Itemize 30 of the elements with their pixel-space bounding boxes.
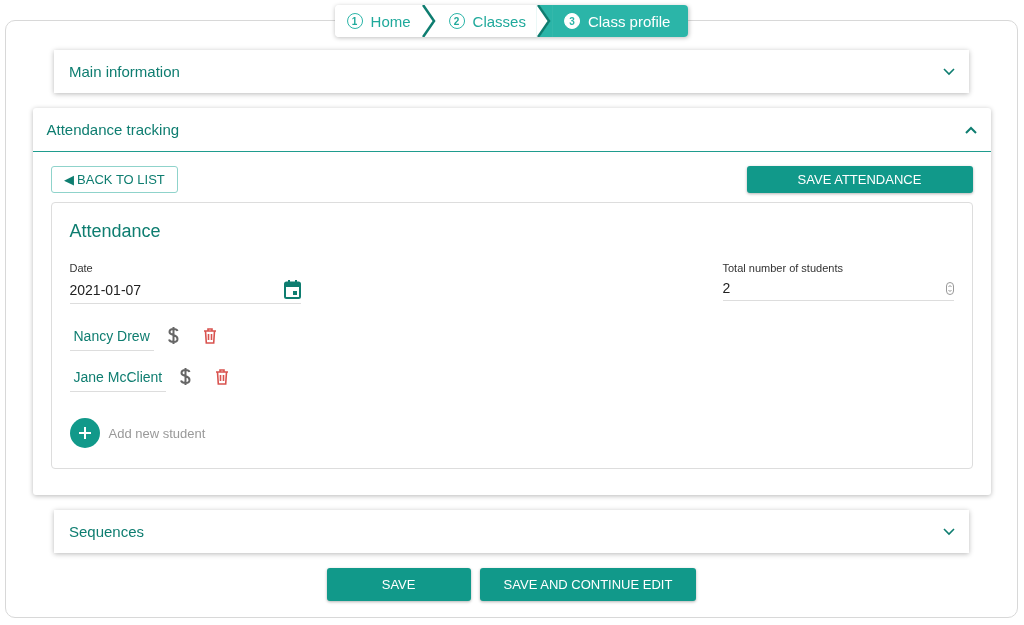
field-label: Date <box>69 262 94 274</box>
trash-icon[interactable] <box>202 327 217 344</box>
panel-title[interactable]: Sequences <box>69 523 145 540</box>
save-button[interactable]: SAVE <box>326 568 471 601</box>
step-label: Classes <box>472 12 526 30</box>
save-and-continue-button[interactable]: SAVE AND CONTINUE EDIT <box>479 568 697 601</box>
save-attendance-button[interactable]: SAVE ATTENDANCE <box>746 166 973 193</box>
dollar-icon[interactable] <box>167 326 179 345</box>
chevron-up-icon[interactable] <box>964 125 977 134</box>
student-name[interactable]: Jane McClient <box>69 361 167 392</box>
step-label: Home <box>370 12 411 30</box>
section-heading: Attendance <box>69 221 162 242</box>
chevron-down-icon[interactable] <box>943 527 955 536</box>
trash-icon[interactable] <box>215 368 230 385</box>
dollar-icon[interactable] <box>180 367 192 386</box>
calendar-icon[interactable] <box>283 280 301 299</box>
step-number: 3 <box>563 13 580 29</box>
plus-icon <box>78 427 91 439</box>
field-label: Total number of students <box>722 262 844 274</box>
chevron-down-icon[interactable] <box>943 67 955 76</box>
panel-title[interactable]: Main information <box>69 63 180 80</box>
back-to-list-button[interactable]: ◀ BACK TO LIST <box>50 166 178 193</box>
add-button[interactable] <box>69 418 100 448</box>
student-name[interactable]: Nancy Drew <box>69 320 154 351</box>
date-field[interactable]: 2021-01-07 <box>69 280 301 304</box>
spinner-icon[interactable] <box>945 281 954 295</box>
add-student-label: Add new student <box>108 425 206 441</box>
panel-title[interactable]: Attendance tracking <box>46 121 180 138</box>
step-label: Class profile <box>587 12 671 30</box>
number-field[interactable]: 2 <box>722 280 954 301</box>
